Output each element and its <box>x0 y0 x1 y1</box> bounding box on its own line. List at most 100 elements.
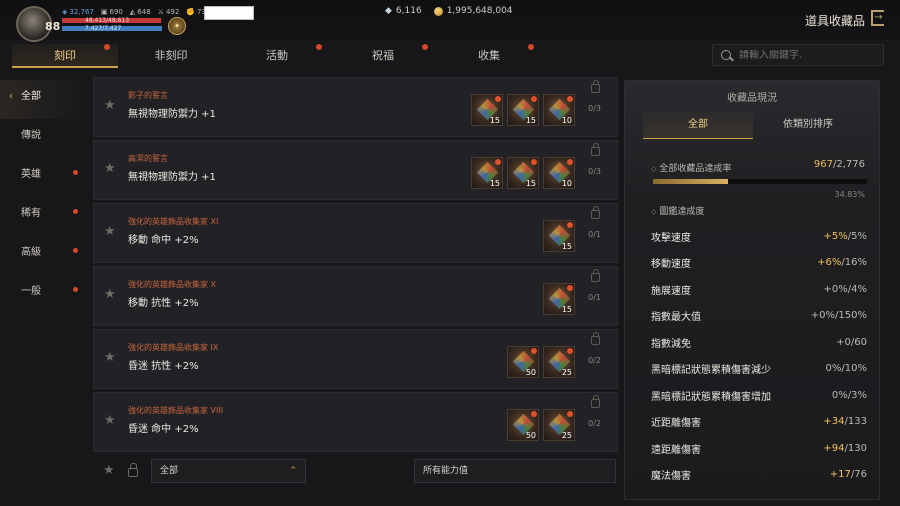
stat-max: /130 <box>844 442 867 454</box>
collection-progress: 0/3 <box>588 104 601 113</box>
stat-value: 690 <box>109 8 123 16</box>
tab-3[interactable]: 祝福 <box>330 44 436 68</box>
item-slot[interactable]: 15 <box>507 94 539 126</box>
sidebar-item-2[interactable]: 英雄 <box>0 158 90 197</box>
sidebar-item-4[interactable]: 高級 <box>0 236 90 275</box>
panel-tab-1[interactable]: 依類別排序 <box>753 111 863 139</box>
lock-filter-icon[interactable] <box>128 463 138 477</box>
panel-tab-0[interactable]: 全部 <box>643 111 753 139</box>
completion-current: 967 <box>813 159 833 170</box>
collection-list: ★ 影子的誓言 無視物理防禦力 +1 15 15 10 0/3 ★ 高潔的誓言 無視物理防禦力 +… <box>93 77 618 455</box>
collection-card[interactable]: ★ 影子的誓言 無視物理防禦力 +1 15 15 10 0/3 <box>93 77 618 137</box>
collection-card[interactable]: ★ 高潔的誓言 無視物理防禦力 +1 15 15 10 0/3 <box>93 140 618 200</box>
item-enhance-level: 15 <box>525 179 536 188</box>
tab-2[interactable]: 活動 <box>224 44 330 68</box>
stat-name: 攻擊速度 <box>651 232 691 244</box>
sidebar-item-label: 全部 <box>21 91 41 102</box>
stat-max: /133 <box>844 416 867 428</box>
lock-icon[interactable] <box>591 269 600 282</box>
diamond-currency: ◆ 6,116 <box>385 6 422 16</box>
search-box[interactable] <box>712 44 884 66</box>
stat-value: +5%/5% <box>824 231 867 242</box>
item-slot[interactable]: 25 <box>543 346 575 378</box>
collection-card[interactable]: ★ 強化的英雄飾品收集家 X 移動 抗性 +2% 15 0/1 <box>93 266 618 326</box>
collection-card[interactable]: ★ 強化的英雄飾品收集家 IX 昏迷 抗性 +2% 50 25 0/2 <box>93 329 618 389</box>
notification-dot <box>495 96 501 102</box>
collection-category: 強化的英雄飾品收集家 XI <box>128 217 219 226</box>
favorite-star-icon[interactable]: ★ <box>104 161 116 176</box>
stat-filter-value: 所有能力值 <box>423 466 469 476</box>
armor-icon: ▣ <box>100 8 108 16</box>
lock-icon[interactable] <box>591 395 600 408</box>
gold-amount: 1,995,648,004 <box>446 6 513 16</box>
stat-filter-dropdown[interactable]: 所有能力值 <box>414 459 616 483</box>
collection-effect: 無視物理防禦力 +1 <box>128 172 216 183</box>
item-slot[interactable]: 50 <box>507 409 539 441</box>
chevron-up-icon: ⌃ <box>289 466 297 476</box>
stat-name: 移動速度 <box>651 259 691 271</box>
item-enhance-level: 15 <box>525 116 536 125</box>
item-slot[interactable]: 15 <box>543 283 575 315</box>
tab-1[interactable]: 非刻印 <box>118 44 224 68</box>
notification-dot <box>495 159 501 165</box>
stat-current: +0 <box>836 336 851 348</box>
sidebar-item-1[interactable]: 傳說 <box>0 119 90 158</box>
favorite-star-icon[interactable]: ★ <box>104 413 116 428</box>
lock-icon[interactable] <box>591 332 600 345</box>
item-slot[interactable]: 25 <box>543 409 575 441</box>
sidebar-item-5[interactable]: 一般 <box>0 275 90 314</box>
item-slot[interactable]: 15 <box>471 94 503 126</box>
stat-max: /76 <box>850 469 867 481</box>
notification-dot <box>73 170 78 175</box>
favorite-star-icon[interactable]: ★ <box>104 350 116 365</box>
item-slot[interactable]: 10 <box>543 94 575 126</box>
notification-dot <box>104 44 110 50</box>
stat-name: 魔法傷害 <box>651 471 691 483</box>
notification-dot <box>422 44 428 50</box>
completion-progress-bar <box>653 179 867 184</box>
grade-filter-value: 全部 <box>160 466 179 476</box>
collection-effect: 移動 抗性 +2% <box>128 298 199 309</box>
item-slot[interactable]: 15 <box>507 157 539 189</box>
item-slot[interactable]: 50 <box>507 346 539 378</box>
tab-0[interactable]: 刻印 <box>12 44 118 68</box>
stat-bonus-row: 指數最大值 +0%/150% <box>651 303 867 330</box>
collection-card[interactable]: ★ 強化的英雄飾品收集家 XI 移動 命中 +2% 15 0/1 <box>93 203 618 263</box>
stat-value: +0/60 <box>836 337 867 348</box>
stat-armor: ▣ 690 <box>101 8 123 16</box>
stat-max: /16% <box>841 257 867 269</box>
stat-max: /5% <box>847 230 867 242</box>
stat-value: +94/130 <box>823 443 867 454</box>
item-slot[interactable]: 10 <box>543 157 575 189</box>
weight-icon: ◭ <box>129 8 136 16</box>
favorite-star-icon[interactable]: ★ <box>104 224 116 239</box>
tab-4[interactable]: 收集 <box>436 44 542 68</box>
exit-icon[interactable]: → <box>871 10 884 26</box>
sidebar-item-3[interactable]: 稀有 <box>0 197 90 236</box>
search-input[interactable] <box>739 49 879 61</box>
panel-title: 收藏品現況 <box>727 93 777 104</box>
item-slot[interactable]: 15 <box>471 157 503 189</box>
notification-dot <box>73 287 78 292</box>
grade-filter-dropdown[interactable]: 全部 ⌃ <box>151 459 306 483</box>
hp-text: 48,413/48,613 <box>85 17 130 24</box>
completion-rate-label: ◇ 全部收藏品達成率 <box>651 161 731 174</box>
favorite-filter-icon[interactable]: ★ <box>103 463 115 478</box>
sword-icon: ⚔ <box>157 8 164 16</box>
notification-dot <box>567 96 573 102</box>
stat-name: 黑暗標記狀態累積傷害增加 <box>651 391 771 403</box>
item-slot[interactable]: 15 <box>543 220 575 252</box>
currency-display: ◆ 6,116 1,995,648,004 <box>385 6 513 16</box>
favorite-star-icon[interactable]: ★ <box>104 98 116 113</box>
notification-dot <box>531 159 537 165</box>
sidebar-item-label: 高級 <box>21 247 41 258</box>
lock-icon[interactable] <box>591 206 600 219</box>
collection-effect: 無視物理防禦力 +1 <box>128 109 216 120</box>
sidebar-item-0[interactable]: ‹ 全部 <box>0 80 90 119</box>
favorite-star-icon[interactable]: ★ <box>104 287 116 302</box>
collection-effect: 昏迷 命中 +2% <box>128 424 199 435</box>
lock-icon[interactable] <box>591 80 600 93</box>
lock-icon[interactable] <box>591 143 600 156</box>
collection-card[interactable]: ★ 強化的英雄飾品收集家 VIII 昏迷 命中 +2% 50 25 0/2 <box>93 392 618 452</box>
stat-sword: ⚔ 492 <box>158 8 180 16</box>
